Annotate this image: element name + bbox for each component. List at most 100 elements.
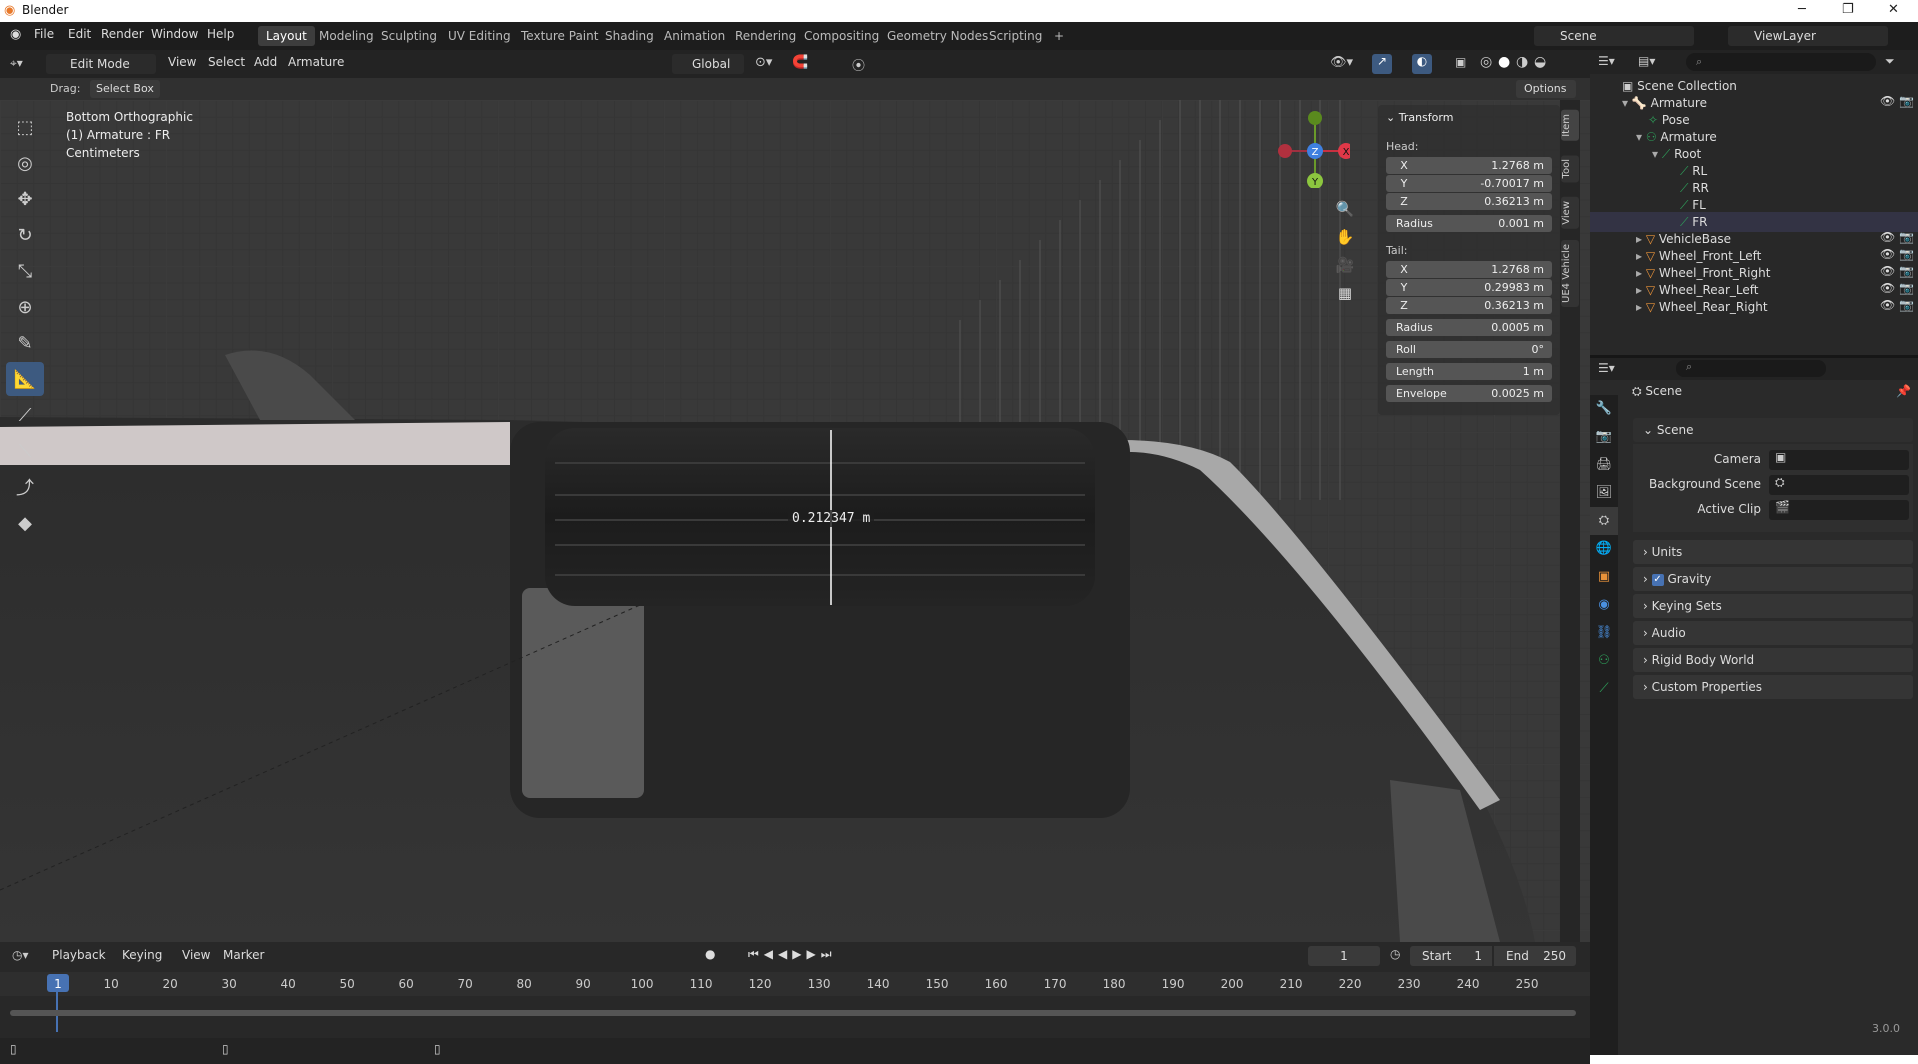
camera-field[interactable]: ▣ <box>1769 450 1909 470</box>
roll-field[interactable]: Roll 0° <box>1386 341 1552 358</box>
audio-panel[interactable]: › Audio <box>1633 621 1913 645</box>
gravity-checkbox[interactable]: ✓ <box>1651 573 1664 586</box>
timeline-editor-icon[interactable]: ◷▾ <box>12 948 29 962</box>
tab-compositing[interactable]: Compositing <box>796 26 887 46</box>
envelope-tool-icon[interactable]: ◆ <box>6 506 44 540</box>
bone-size-tool-icon[interactable]: ⟍ <box>6 434 44 468</box>
eye-icon[interactable]: 👁 📷 <box>1880 229 1914 246</box>
start-frame-field[interactable]: Start 1 <box>1410 946 1492 966</box>
properties-editor-icon[interactable]: ☰▾ <box>1598 361 1615 375</box>
shading-solid-icon[interactable]: ● <box>1498 54 1510 70</box>
header-menu-select[interactable]: Select <box>208 55 245 69</box>
header-menu-view[interactable]: View <box>168 55 196 69</box>
proportional-edit-icon[interactable]: ⦿ <box>852 55 865 74</box>
tab-uv-editing[interactable]: UV Editing <box>440 26 519 46</box>
eye-icon[interactable]: 👁 📷 <box>1880 93 1914 110</box>
minimize-button[interactable]: ─ <box>1798 2 1806 17</box>
active-clip-field[interactable]: 🎬 <box>1769 500 1909 520</box>
annotate-tool-icon[interactable]: ✎ <box>6 326 44 360</box>
tab-rendering[interactable]: Rendering <box>727 26 804 46</box>
timeline-menu-marker[interactable]: Marker <box>223 948 264 962</box>
maximize-button[interactable]: ❐ <box>1842 2 1854 17</box>
pin-icon[interactable]: 📌 <box>1896 384 1911 398</box>
timeline-menu-playback[interactable]: Playback <box>52 948 106 962</box>
tool-tab-icon[interactable]: 🔧 <box>1590 395 1618 423</box>
tab-tool[interactable]: Tool <box>1561 155 1579 183</box>
tail-z-field[interactable]: Z 0.36213 m <box>1386 297 1552 314</box>
cursor-tool-icon[interactable]: ◎ <box>6 146 44 180</box>
tail-y-field[interactable]: Y 0.29983 m <box>1386 279 1552 296</box>
shading-wireframe-icon[interactable]: ◎ <box>1480 54 1492 70</box>
zoom-icon[interactable]: 🔍 <box>1333 195 1357 223</box>
header-menu-armature[interactable]: Armature <box>288 55 344 69</box>
current-frame-field[interactable]: 1 <box>1308 946 1380 966</box>
background-scene-field[interactable]: ⛭ <box>1769 475 1909 495</box>
move-tool-icon[interactable]: ✥ <box>6 182 44 216</box>
tab-ue4-vehicle[interactable]: UE4 Vehicle <box>1561 240 1579 307</box>
scene-selector[interactable]: Scene <box>1534 26 1694 46</box>
mode-dropdown[interactable]: Edit Mode <box>46 54 156 74</box>
blender-menu-icon[interactable]: ◉ <box>10 27 21 42</box>
select-box-tool-icon[interactable]: ⬚ <box>6 110 44 144</box>
head-z-field[interactable]: Z 0.36213 m <box>1386 193 1552 210</box>
tail-x-field[interactable]: X 1.2768 m <box>1386 261 1552 278</box>
pan-hand-icon[interactable]: ✋ <box>1333 223 1357 251</box>
scale-tool-icon[interactable]: ⤡ <box>6 254 44 288</box>
shading-rendered-icon[interactable]: ◒ <box>1534 54 1546 70</box>
rigid-body-world-panel[interactable]: › Rigid Body World <box>1633 648 1913 672</box>
filter-icon[interactable]: ⏷ <box>1885 54 1895 69</box>
snap-icon[interactable]: 🧲 <box>792 55 808 70</box>
tab-shading[interactable]: Shading <box>597 26 662 46</box>
timeline-scrollbar[interactable] <box>10 1010 1576 1016</box>
menu-edit[interactable]: Edit <box>68 27 91 41</box>
render-tab-icon[interactable]: 📷 <box>1590 423 1618 451</box>
armature-data-tab-icon[interactable]: ⚇ <box>1590 647 1618 675</box>
end-frame-field[interactable]: End 250 <box>1494 946 1576 966</box>
tab-layout[interactable]: Layout <box>258 26 315 46</box>
gravity-panel[interactable]: › ✓ Gravity <box>1633 567 1913 591</box>
tab-geometry-nodes[interactable]: Geometry Nodes <box>879 26 996 46</box>
units-panel[interactable]: › Units <box>1633 540 1913 564</box>
add-workspace-button[interactable]: + <box>1046 26 1072 46</box>
outliner-search-input[interactable]: ⌕ <box>1686 53 1876 71</box>
eye-icon[interactable]: 👁 📷 <box>1880 263 1914 280</box>
tab-scripting[interactable]: Scripting <box>981 26 1050 46</box>
keying-sets-panel[interactable]: › Keying Sets <box>1633 594 1913 618</box>
menu-file[interactable]: File <box>34 27 54 41</box>
world-tab-icon[interactable]: 🌐 <box>1590 535 1618 563</box>
bone-tab-icon[interactable]: ⟋ <box>1590 675 1618 703</box>
tail-radius-field[interactable]: Radius 0.0005 m <box>1386 319 1552 336</box>
gizmo-toggle-icon[interactable]: ↗ <box>1372 54 1392 74</box>
transform-tool-icon[interactable]: ⊕ <box>6 290 44 324</box>
physics-tab-icon[interactable]: ◉ <box>1590 591 1618 619</box>
shading-material-icon[interactable]: ◑ <box>1516 54 1528 70</box>
object-tab-icon[interactable]: ▣ <box>1590 563 1618 591</box>
display-mode-icon[interactable]: ▤▾ <box>1638 54 1655 68</box>
tab-item[interactable]: Item <box>1561 110 1579 141</box>
timeline-menu-keying[interactable]: Keying <box>122 948 162 962</box>
xray-icon[interactable]: ▣ <box>1455 55 1466 69</box>
playback-controls[interactable]: ⏮◀◀▶▶⏭ <box>748 947 837 962</box>
menu-render[interactable]: Render <box>101 27 144 41</box>
visibility-icon[interactable]: 👁▾ <box>1330 55 1353 70</box>
scene-panel-header[interactable]: ⌄ Scene <box>1633 418 1913 442</box>
camera-view-icon[interactable]: 🎥 <box>1333 251 1357 279</box>
menu-help[interactable]: Help <box>207 27 234 41</box>
output-tab-icon[interactable]: 🖨 <box>1590 451 1618 479</box>
3d-viewport[interactable]: Bottom Orthographic (1) Armature : FR Ce… <box>0 100 1590 942</box>
record-icon[interactable]: ● <box>705 947 715 961</box>
overlay-toggle-icon[interactable]: ◐ <box>1412 54 1432 74</box>
tab-sculpting[interactable]: Sculpting <box>373 26 445 46</box>
rotate-tool-icon[interactable]: ↻ <box>6 218 44 252</box>
transform-panel-title[interactable]: ⌄ Transform <box>1386 111 1453 124</box>
measure-tool-icon[interactable]: 📐 <box>6 362 44 396</box>
envelope-field[interactable]: Envelope 0.0025 m <box>1386 385 1552 402</box>
properties-search-input[interactable]: ⌕ <box>1676 360 1826 377</box>
close-button[interactable]: ✕ <box>1888 2 1899 17</box>
tab-view[interactable]: View <box>1561 197 1579 229</box>
constraints-tab-icon[interactable]: ⛓ <box>1590 619 1618 647</box>
header-menu-add[interactable]: Add <box>254 55 277 69</box>
head-y-field[interactable]: Y -0.70017 m <box>1386 175 1552 192</box>
orientation-dropdown[interactable]: Global <box>672 54 744 74</box>
navigation-gizmo[interactable]: Z X Y <box>1270 108 1354 189</box>
